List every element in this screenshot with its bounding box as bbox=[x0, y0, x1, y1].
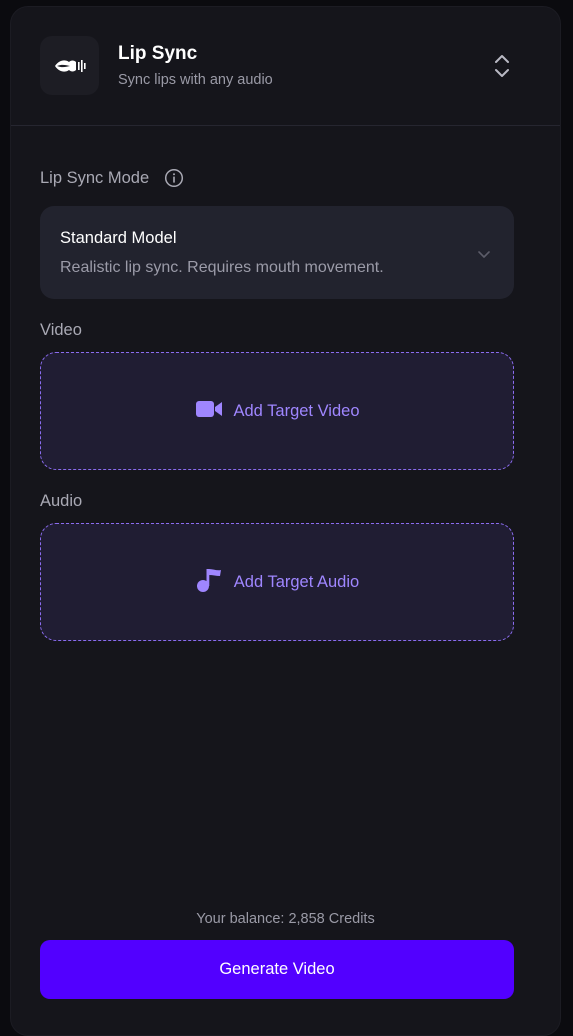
lip-sync-mode-label: Lip Sync Mode bbox=[40, 169, 150, 187]
tool-title: Lip Sync bbox=[118, 43, 198, 64]
mode-selected-description: Realistic lip sync. Requires mouth movem… bbox=[60, 259, 384, 276]
add-target-video-dropzone[interactable]: Add Target Video bbox=[40, 352, 514, 470]
mode-selected-title: Standard Model bbox=[60, 229, 177, 247]
chevron-down-icon bbox=[477, 246, 491, 264]
add-target-audio-label: Add Target Audio bbox=[233, 572, 360, 591]
chevron-up-down-icon[interactable] bbox=[491, 53, 513, 79]
tool-header[interactable]: Lip Sync Sync lips with any audio bbox=[11, 7, 560, 126]
mode-select[interactable]: Standard Model Realistic lip sync. Requi… bbox=[40, 206, 514, 299]
add-target-audio-dropzone[interactable]: Add Target Audio bbox=[40, 523, 514, 641]
generate-video-button[interactable]: Generate Video bbox=[40, 940, 514, 999]
video-camera-icon bbox=[195, 399, 223, 424]
tool-subtitle: Sync lips with any audio bbox=[118, 72, 273, 88]
audio-label: Audio bbox=[40, 492, 83, 510]
info-icon[interactable] bbox=[164, 168, 184, 193]
lips-waveform-icon bbox=[40, 36, 99, 95]
add-target-video-label: Add Target Video bbox=[233, 401, 360, 420]
credits-balance: Your balance: 2,858 Credits bbox=[196, 911, 375, 927]
lip-sync-panel: Lip Sync Sync lips with any audio Lip Sy… bbox=[10, 6, 561, 1036]
music-note-icon bbox=[195, 567, 223, 598]
video-label: Video bbox=[40, 321, 82, 339]
